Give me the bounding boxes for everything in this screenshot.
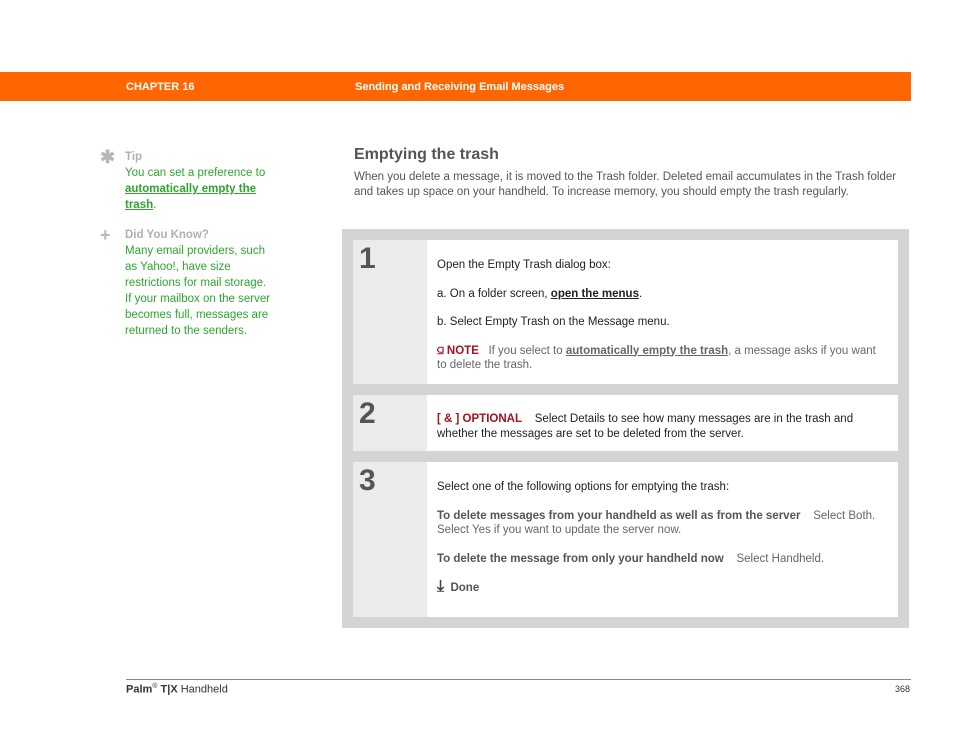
did-you-know-box: + Did You Know? Many email providers, su… [100, 225, 275, 339]
page-title: Emptying the trash [354, 146, 499, 163]
did-you-know-label: Did You Know? [125, 229, 209, 241]
done-label: Done [450, 582, 480, 594]
tip-box: ✱ Tip You can set a preference to automa… [100, 147, 275, 213]
option-handheld-label: To delete the message from only your han… [437, 552, 724, 565]
asterisk-icon: ✱ [100, 147, 116, 167]
plus-icon: + [100, 225, 111, 245]
footer-brand: Palm [126, 683, 153, 696]
footer-divider [126, 679, 911, 680]
chapter-number: CHAPTER 16 [126, 81, 195, 93]
chapter-header-bar: CHAPTER 16 Sending and Receiving Email M… [0, 72, 911, 101]
option-both-label: To delete messages from your handheld as… [437, 509, 801, 522]
open-the-menus-link[interactable]: open the menus [551, 288, 639, 300]
footer-product-name: Handheld [180, 683, 228, 696]
step-body: Select one of the following options for … [437, 480, 888, 596]
chapter-title: Sending and Receiving Email Messages [355, 81, 565, 93]
footer-reg: ® [152, 683, 158, 690]
step-number: 1 [353, 240, 427, 384]
substep-a: a. On a folder screen, open the menus. [437, 287, 888, 302]
note-text-before: If you select to [488, 344, 566, 357]
intro-paragraph: When you delete a message, it is moved t… [354, 171, 897, 198]
optional-label: [ & ] OPTIONAL [437, 413, 522, 425]
done-marker: ⤓ Done [437, 578, 888, 596]
step-1: 1 Open the Empty Trash dialog box: a. On… [353, 240, 898, 384]
step-intro: Select one of the following options for … [437, 481, 730, 493]
did-you-know-text: Many email providers, such as Yahoo!, ha… [125, 245, 271, 337]
step-number: 3 [353, 462, 427, 617]
tip-text: You can set a preference to automaticall… [125, 165, 275, 213]
step-body: [ & ] OPTIONAL Select Details to see how… [437, 412, 888, 441]
tip-link-automatically-empty[interactable]: automatically empty the trash [125, 183, 256, 211]
note: ⫑ NOTE If you select to automatically em… [437, 344, 888, 373]
option-both: To delete messages from your handheld as… [437, 509, 888, 538]
tip-text-before: You can set a preference to [125, 167, 266, 179]
substep-a-suffix: . [638, 287, 643, 300]
substep-b: b. Select Empty Trash on the Message men… [437, 316, 670, 328]
step-body: Open the Empty Trash dialog box: a. On a… [437, 258, 888, 373]
steps-panel: 1 Open the Empty Trash dialog box: a. On… [342, 229, 909, 628]
tip-label: Tip [125, 151, 143, 163]
option-handheld: To delete the message from only your han… [437, 552, 888, 567]
page-number: 368 [895, 684, 911, 694]
note-icon: ⫑ [437, 344, 444, 357]
substep-a-text: a. On a folder screen, [437, 287, 551, 300]
footer-model: T|X [160, 683, 178, 696]
optional-text: [ & ] OPTIONAL Select Details to see how… [437, 412, 888, 441]
footer-product: Palm® T|X Handheld [126, 683, 228, 696]
step-number: 2 [353, 395, 427, 451]
option-handheld-text: Select Handheld. [736, 552, 825, 565]
step-2: 2 [ & ] OPTIONAL Select Details to see h… [353, 395, 898, 451]
tip-text-after: . [153, 199, 157, 211]
down-arrow-icon: ⤓ [437, 578, 445, 595]
automatically-empty-trash-link[interactable]: automatically empty the trash [566, 345, 728, 357]
note-label: NOTE [446, 344, 479, 357]
step-3: 3 Select one of the following options fo… [353, 462, 898, 617]
step-intro: Open the Empty Trash dialog box: [437, 259, 611, 271]
